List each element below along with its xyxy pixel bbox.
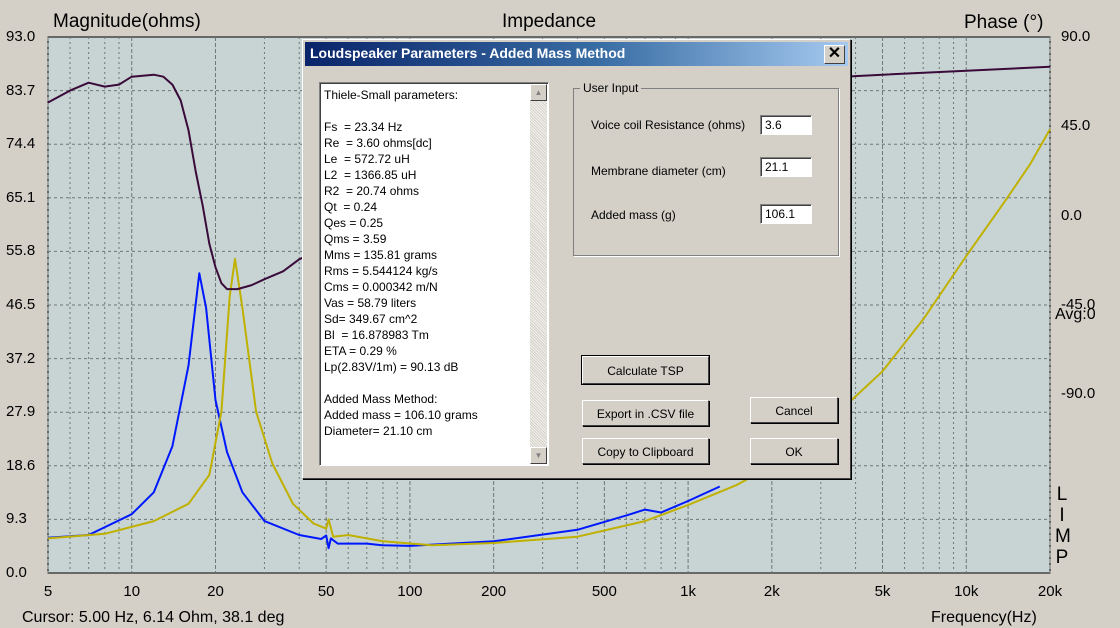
x-tick-label: 100 — [397, 583, 423, 600]
y-tick-label: 9.3 — [6, 510, 27, 528]
y2-tick-label: 90.0 — [1061, 28, 1091, 45]
added-mass-label: Added mass (g) — [591, 208, 676, 222]
y-tick-label: 46.5 — [6, 296, 36, 313]
membrane-diameter-field[interactable] — [760, 157, 812, 177]
x-tick-label: 5k — [874, 583, 891, 600]
y2-tick-label: 0.0 — [1061, 206, 1082, 224]
user-input-group: User Input Voice coil Resistance (ohms) … — [573, 81, 839, 256]
user-input-label: User Input — [580, 81, 642, 95]
y-tick-label: 65.1 — [6, 188, 36, 206]
x-tick-label: 10k — [954, 583, 979, 600]
x-tick-label: 20k — [1037, 583, 1063, 600]
voice-coil-label: Voice coil Resistance (ohms) — [591, 118, 746, 132]
scroll-down-icon[interactable]: ▼ — [530, 447, 547, 464]
y-tick-label: 74.4 — [6, 135, 36, 153]
y-tick-label: 0.0 — [6, 564, 27, 581]
cursor-status: Cursor: 5.00 Hz, 6.14 Ohm, 38.1 deg — [22, 609, 285, 626]
limp-letter-i: I — [1059, 505, 1065, 526]
x-axis-title: Frequency(Hz) — [931, 609, 1037, 626]
added-mass-field[interactable] — [760, 204, 812, 224]
right-axis-title: Phase (°) — [964, 12, 1044, 33]
x-tick-label: 20 — [207, 583, 224, 600]
y2-tick-label: 45.0 — [1061, 117, 1091, 135]
limp-letter-m: M — [1055, 526, 1071, 547]
export-csv-button[interactable]: Export in .CSV file — [582, 400, 709, 426]
calculate-tsp-button[interactable]: Calculate TSP — [581, 355, 710, 385]
cancel-button[interactable]: Cancel — [750, 397, 838, 423]
copy-to-clipboard-button[interactable]: Copy to Clipboard — [582, 438, 709, 464]
loudspeaker-parameters-dialog: Loudspeaker Parameters - Added Mass Meth… — [302, 39, 851, 479]
dialog-titlebar[interactable]: Loudspeaker Parameters - Added Mass Meth… — [305, 42, 848, 66]
scroll-up-icon[interactable]: ▲ — [530, 84, 547, 101]
membrane-diameter-label: Membrane diameter (cm) — [591, 164, 726, 178]
results-scrollbar[interactable]: ▲ ▼ — [530, 84, 547, 464]
x-tick-label: 10 — [123, 583, 141, 600]
limp-letter-p: P — [1055, 547, 1069, 568]
y-tick-label: 83.7 — [6, 81, 36, 99]
results-textbox[interactable]: Thiele-Small parameters: Fs = 23.34 Hz R… — [319, 82, 549, 466]
y-tick-label: 55.8 — [6, 242, 36, 260]
x-tick-label: 50 — [317, 583, 335, 600]
y2-tick-label: -90.0 — [1061, 385, 1096, 403]
y-tick-label: 18.6 — [6, 456, 36, 474]
left-axis-title: Magnitude(ohms) — [53, 11, 201, 32]
graph-title: Impedance — [502, 11, 597, 32]
y2-tick-label: -45.0 — [1061, 296, 1096, 313]
x-tick-label: 1k — [680, 583, 696, 600]
close-icon[interactable]: ✕ — [824, 45, 845, 64]
dialog-title: Loudspeaker Parameters - Added Mass Meth… — [310, 45, 626, 61]
x-tick-label: 5 — [43, 583, 53, 600]
x-tick-label: 200 — [481, 583, 507, 600]
x-tick-label: 500 — [591, 583, 617, 600]
y-tick-label: 93.0 — [6, 28, 36, 45]
y-tick-label: 37.2 — [6, 349, 36, 367]
ok-button[interactable]: OK — [750, 438, 838, 464]
limp-letter-l: L — [1056, 484, 1068, 505]
voice-coil-resistance-field[interactable] — [760, 115, 812, 135]
ts-parameters-text: Thiele-Small parameters: Fs = 23.34 Hz R… — [324, 88, 478, 438]
x-tick-label: 2k — [763, 583, 780, 600]
y-tick-label: 27.9 — [6, 403, 36, 421]
